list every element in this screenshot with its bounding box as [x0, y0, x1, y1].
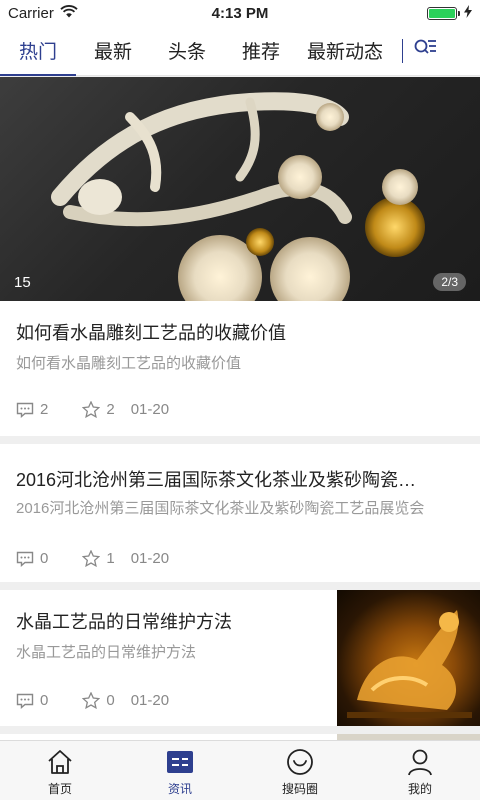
tab-latest[interactable]: 最新: [76, 26, 150, 76]
status-time: 4:13 PM: [211, 4, 269, 22]
status-right: [312, 4, 472, 22]
star-count: 2: [82, 401, 115, 418]
nav-news[interactable]: 资讯: [120, 741, 240, 800]
article-date: 01-20: [130, 692, 170, 709]
article-thumbnail: [337, 590, 480, 726]
tab-recommended[interactable]: 推荐: [224, 26, 298, 76]
article-summary: 2016河北沧州第三届国际茶文化茶业及紫砂陶瓷工艺品展览会: [16, 500, 425, 517]
article-card[interactable]: 2016河北沧州第三届国际茶文化茶业及紫砂陶瓷… 2016河北沧州第三届国际茶文…: [0, 444, 480, 582]
comment-count: 0: [16, 692, 48, 709]
article-meta: 0 0 01-20: [16, 692, 169, 709]
news-feed: 如何看水晶雕刻工艺品的收藏价值 如何看水晶雕刻工艺品的收藏价值 2 2 01-2…: [0, 301, 480, 764]
comment-count: 0: [16, 550, 48, 567]
banner-page-indicator: 2/3: [433, 273, 466, 291]
comment-count: 2: [16, 401, 48, 418]
battery-icon: [427, 6, 460, 20]
article-title: 水晶工艺品的日常维护方法: [16, 612, 232, 632]
star-icon: [82, 401, 101, 418]
circle-smile-icon: [285, 747, 315, 777]
news-icon: [165, 747, 195, 777]
star-count: 1: [82, 550, 115, 567]
banner-image: [51, 92, 425, 301]
nav-scan-circle[interactable]: 搜码圈: [240, 741, 360, 800]
article-title: 如何看水晶雕刻工艺品的收藏价值: [16, 323, 286, 343]
banner-carousel[interactable]: 15 2/3: [0, 77, 480, 301]
nav-news-label: 资讯: [167, 782, 192, 796]
status-left: Carrier: [8, 5, 168, 22]
comment-icon: [16, 693, 34, 709]
comment-icon: [16, 402, 34, 418]
banner-count: 15: [14, 274, 31, 291]
category-tabbar: 热门 最新 头条 推荐 最新动态: [0, 26, 480, 76]
article-meta: 2 2 01-20: [16, 401, 169, 418]
article-date: 01-20: [130, 401, 170, 418]
nav-home[interactable]: 首页: [0, 741, 120, 800]
article-card[interactable]: 水晶工艺品的日常维护方法 水晶工艺品的日常维护方法 0 0 01-20: [0, 590, 480, 726]
person-icon: [405, 747, 435, 777]
app-screen: Carrier 4:13 PM 热门 最新 头条 推荐 最新动态 15 2/3 …: [0, 0, 480, 800]
article-meta: 0 1 01-20: [16, 550, 169, 567]
wifi-icon: [60, 4, 78, 22]
nav-scan-circle-label: 搜码圈: [281, 782, 318, 796]
nav-home-label: 首页: [47, 782, 72, 796]
article-date: 01-20: [130, 550, 170, 567]
tab-hot[interactable]: 热门: [0, 26, 76, 76]
article-summary: 水晶工艺品的日常维护方法: [16, 644, 197, 661]
status-bar: Carrier 4:13 PM: [0, 0, 480, 26]
carrier-label: Carrier: [8, 4, 54, 22]
tab-latest-news[interactable]: 最新动态: [298, 26, 392, 76]
bottom-navigation: 首页 资讯 搜码圈 我的: [0, 740, 480, 800]
nav-profile-label: 我的: [407, 782, 432, 796]
star-icon: [82, 550, 101, 567]
search-list-icon: [413, 38, 437, 63]
tab-headlines[interactable]: 头条: [150, 26, 224, 76]
article-title: 2016河北沧州第三届国际茶文化茶业及紫砂陶瓷…: [16, 470, 417, 490]
nav-profile[interactable]: 我的: [360, 741, 480, 800]
article-card[interactable]: 如何看水晶雕刻工艺品的收藏价值 如何看水晶雕刻工艺品的收藏价值 2 2 01-2…: [0, 301, 480, 436]
comment-icon: [16, 551, 34, 567]
charging-bolt-icon: [464, 4, 472, 22]
search-menu-button[interactable]: [403, 26, 447, 76]
star-count: 0: [82, 692, 115, 709]
home-icon: [45, 747, 75, 777]
star-icon: [82, 692, 101, 709]
article-summary: 如何看水晶雕刻工艺品的收藏价值: [16, 355, 242, 372]
